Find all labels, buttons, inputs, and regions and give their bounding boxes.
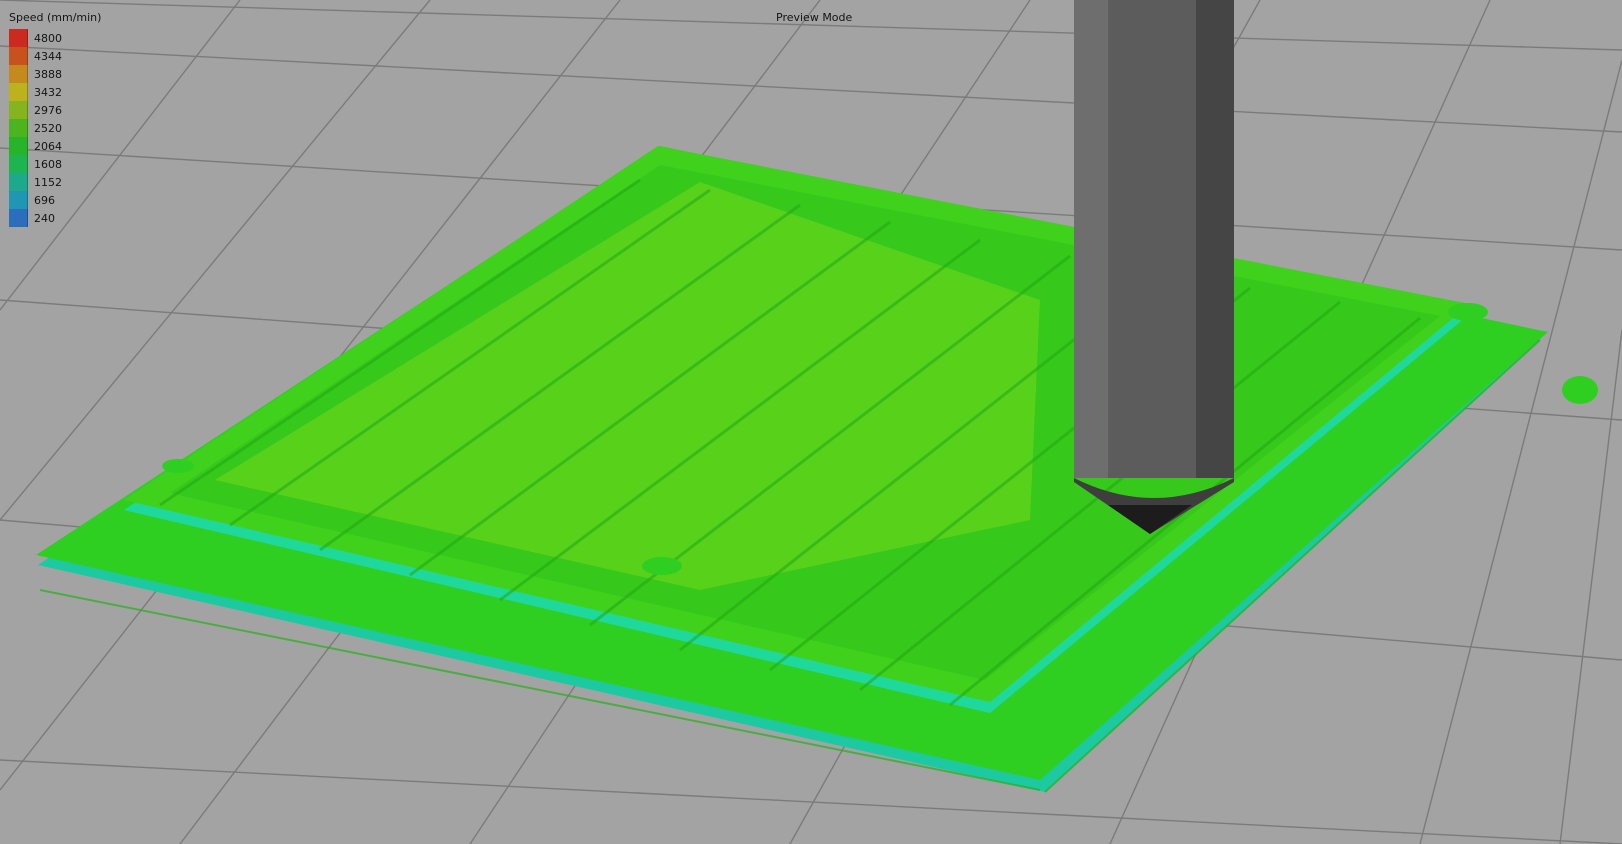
legend-value: 240 [34, 211, 55, 225]
toolpath-preview [36, 146, 1598, 793]
legend-color-swatch [9, 155, 28, 173]
legend-value: 3888 [34, 67, 62, 81]
legend-item: 240 [9, 209, 101, 227]
legend-color-swatch [9, 65, 28, 83]
legend-color-swatch [9, 29, 28, 47]
legend-color-swatch [9, 191, 28, 209]
legend-color-swatch [9, 173, 28, 191]
legend-item: 1608 [9, 155, 101, 173]
legend-item: 4800 [9, 29, 101, 47]
legend-color-swatch [9, 137, 28, 155]
legend-items: 4800 4344 3888 3432 2976 2520 2064 1608 1152 696 2… [9, 29, 101, 227]
legend-value: 3432 [34, 85, 62, 99]
legend-color-swatch [9, 83, 28, 101]
legend-value: 2976 [34, 103, 62, 117]
nozzle [1074, 0, 1234, 534]
legend-color-swatch [9, 209, 28, 227]
viewport-canvas[interactable] [0, 0, 1622, 844]
legend-value: 2064 [34, 139, 62, 153]
legend-item: 2520 [9, 119, 101, 137]
legend-value: 4344 [34, 49, 62, 63]
legend-title: Speed (mm/min) [9, 11, 102, 24]
legend-color-swatch [9, 101, 28, 119]
legend-item: 3432 [9, 83, 101, 101]
legend-color-swatch [9, 119, 28, 137]
legend-value: 2520 [34, 121, 62, 135]
legend-color-swatch [9, 47, 28, 65]
3d-preview-viewport[interactable]: Speed (mm/min) 4800 4344 3888 3432 2976 2520 2… [0, 0, 1622, 844]
preview-mode-label: Preview Mode [776, 11, 853, 24]
legend-item: 1152 [9, 173, 101, 191]
legend-value: 1608 [34, 157, 62, 171]
legend-item: 2976 [9, 101, 101, 119]
legend-value: 1152 [34, 175, 62, 189]
legend-value: 4800 [34, 31, 62, 45]
legend-item: 3888 [9, 65, 101, 83]
legend-item: 4344 [9, 47, 101, 65]
legend-item: 2064 [9, 137, 101, 155]
speed-legend: Speed (mm/min) 4800 4344 3888 3432 2976 2520 2… [9, 11, 101, 227]
legend-item: 696 [9, 191, 101, 209]
legend-value: 696 [34, 193, 55, 207]
